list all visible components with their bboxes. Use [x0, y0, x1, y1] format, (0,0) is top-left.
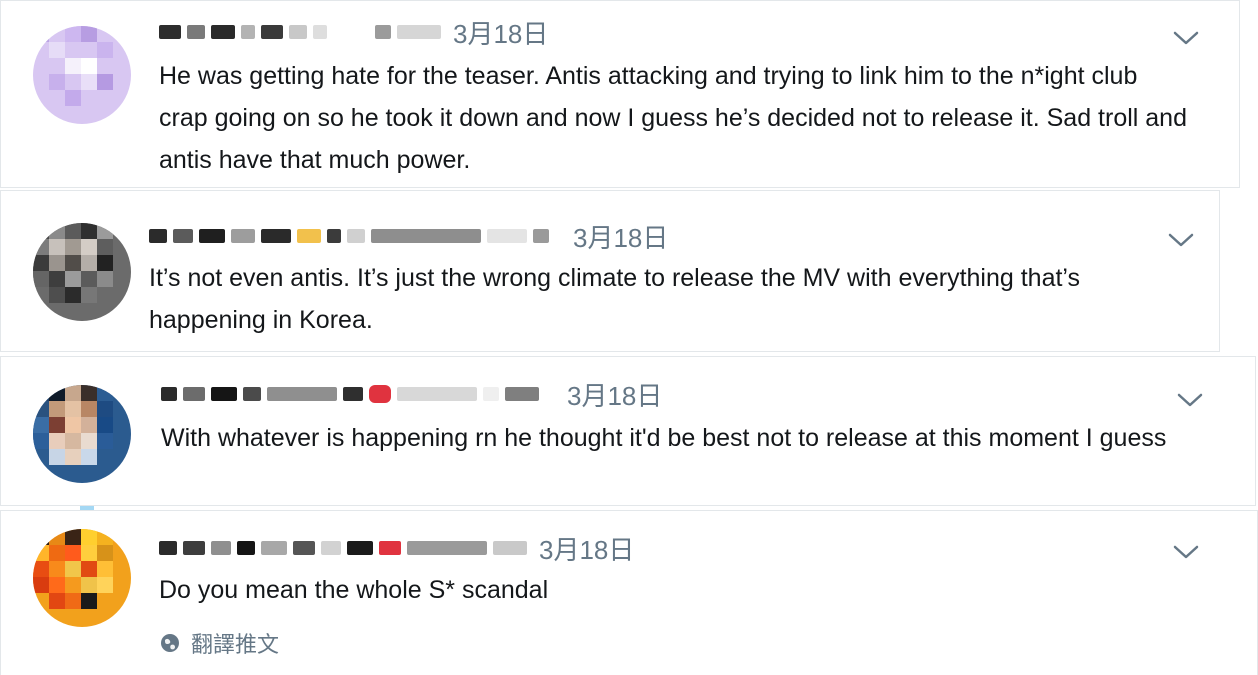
redacted-username[interactable] — [159, 25, 181, 39]
redacted-username — [261, 25, 283, 39]
redacted-handle — [371, 229, 481, 243]
redacted-username — [343, 387, 363, 401]
redacted-handle — [397, 25, 441, 39]
comment-card-3[interactable]: 3月18日 With whatever is happening rn he t… — [0, 356, 1256, 506]
redacted-emoji — [327, 229, 341, 243]
redacted-handle — [487, 229, 527, 243]
chevron-down-icon — [1173, 31, 1199, 45]
redacted-handle — [375, 25, 391, 39]
comment-header: 3月18日 — [159, 17, 548, 49]
comment-text: He was getting hate for the teaser. Anti… — [159, 62, 1187, 174]
redacted-handle — [397, 387, 477, 401]
translate-tweet-link[interactable]: 翻譯推文 — [159, 627, 279, 659]
redacted-username — [183, 387, 205, 401]
redacted-username — [199, 229, 225, 243]
redacted-handle — [483, 387, 499, 401]
timestamp[interactable]: 3月18日 — [539, 530, 634, 567]
comment-text: Do you mean the whole S* scandal — [159, 576, 549, 604]
redacted-handle — [505, 387, 539, 401]
redacted-username — [267, 387, 337, 401]
chevron-down-icon[interactable] — [1168, 231, 1194, 249]
comment-header: 3月18日 — [159, 533, 634, 565]
comment-text: With whatever is happening rn he thought… — [161, 424, 1167, 452]
chevron-down-icon[interactable] — [1177, 391, 1203, 409]
redacted-username — [211, 541, 231, 555]
globe-icon — [159, 632, 181, 654]
timestamp[interactable]: 3月18日 — [573, 218, 668, 255]
redacted-username — [261, 541, 287, 555]
comment-card-2[interactable]: 3月18日 It’s not even antis. It’s just the… — [0, 190, 1220, 352]
timestamp[interactable]: 3月18日 — [453, 14, 548, 51]
chevron-down-icon[interactable] — [1173, 543, 1199, 561]
chevron-down-icon — [1173, 545, 1199, 559]
comment-header: 3月18日 — [161, 379, 662, 411]
redacted-handle — [533, 229, 549, 243]
redacted-emoji — [369, 385, 391, 403]
redacted-handle — [321, 541, 341, 555]
redacted-handle — [493, 541, 527, 555]
redacted-username — [211, 387, 237, 401]
redacted-username[interactable] — [149, 229, 167, 243]
redacted-username — [183, 541, 205, 555]
redacted-username — [241, 25, 255, 39]
chevron-down-icon — [1168, 233, 1194, 247]
chevron-down-icon — [1177, 393, 1203, 407]
chevron-down-icon[interactable] — [1173, 29, 1199, 47]
redacted-handle — [347, 541, 373, 555]
redacted-handle — [347, 229, 365, 243]
globe-icon — [161, 634, 179, 652]
redacted-username — [261, 229, 291, 243]
avatar[interactable] — [33, 385, 131, 483]
comment-card-1[interactable]: 3月18日 He was getting hate for the teaser… — [0, 0, 1240, 188]
redacted-username[interactable] — [159, 541, 177, 555]
avatar[interactable] — [33, 223, 131, 321]
translate-label[interactable]: 翻譯推文 — [191, 627, 279, 659]
redacted-username — [237, 541, 255, 555]
redacted-username[interactable] — [161, 387, 177, 401]
redacted-username — [231, 229, 255, 243]
timestamp[interactable]: 3月18日 — [567, 376, 662, 413]
redacted-username — [211, 25, 235, 39]
avatar[interactable] — [33, 26, 131, 124]
redacted-handle — [313, 25, 327, 39]
avatar[interactable] — [33, 529, 131, 627]
redacted-handle — [333, 25, 369, 39]
redacted-username — [187, 25, 205, 39]
comment-header: 3月18日 — [149, 221, 668, 253]
redacted-username — [293, 541, 315, 555]
redacted-emoji — [379, 541, 401, 555]
redacted-handle — [289, 25, 307, 39]
redacted-username — [243, 387, 261, 401]
redacted-handle — [407, 541, 487, 555]
comment-text: It’s not even antis. It’s just the wrong… — [149, 264, 1081, 334]
redacted-username — [173, 229, 193, 243]
redacted-emoji — [297, 229, 321, 243]
comment-card-4[interactable]: 3月18日 Do you mean the whole S* scandal 翻… — [0, 510, 1258, 675]
